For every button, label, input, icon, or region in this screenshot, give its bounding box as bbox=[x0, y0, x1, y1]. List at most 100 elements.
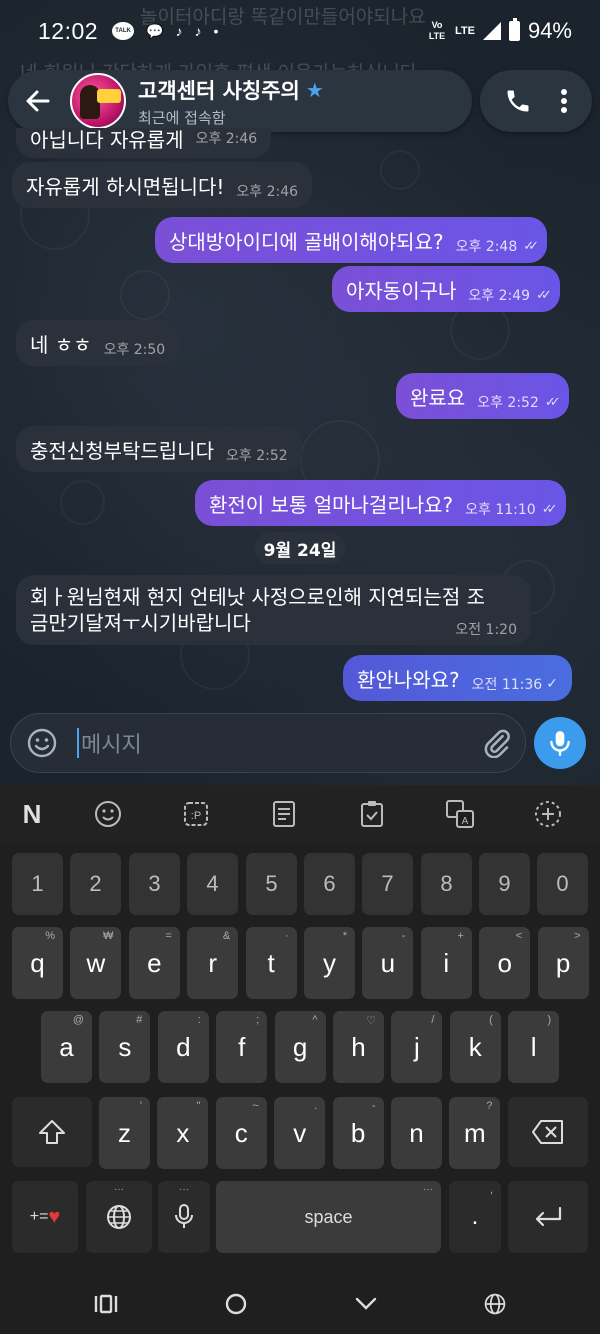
key-b[interactable]: -b bbox=[332, 1097, 384, 1169]
chat-notification-icon: 💬 bbox=[146, 22, 164, 39]
key-s[interactable]: # s bbox=[99, 1011, 151, 1083]
key-k[interactable]: (k bbox=[449, 1011, 501, 1083]
message-time: 오전 11:36 bbox=[471, 677, 543, 693]
message-outgoing[interactable]: 환전이 보통 얼마나걸리나요? 오후 11:10 ✓✓ bbox=[195, 480, 566, 526]
message-time: 오후 2:46 bbox=[195, 131, 258, 147]
naver-keyboard-logo-icon[interactable]: N bbox=[0, 785, 64, 843]
key-1[interactable]: 1 bbox=[12, 853, 63, 915]
key-8[interactable]: 8 bbox=[421, 853, 472, 915]
key-9[interactable]: 9 bbox=[479, 853, 530, 915]
svg-text:A: A bbox=[462, 816, 469, 827]
language-key[interactable]: ··· bbox=[86, 1181, 152, 1253]
message-outgoing[interactable]: 환안나와요? 오전 11:36 ✓ bbox=[343, 655, 572, 701]
space-key[interactable]: ··· space bbox=[216, 1181, 441, 1253]
enter-key[interactable] bbox=[508, 1181, 588, 1253]
voice-record-button[interactable] bbox=[534, 717, 586, 769]
key-n[interactable]: n bbox=[391, 1097, 442, 1169]
key-4[interactable]: 4 bbox=[187, 853, 238, 915]
key-m[interactable]: ? m bbox=[449, 1097, 501, 1169]
key-5[interactable]: 5 bbox=[246, 853, 297, 915]
double-check-icon: ✓✓ bbox=[544, 394, 561, 410]
recent-apps-icon[interactable] bbox=[93, 1293, 119, 1315]
key-hint: ' bbox=[139, 1100, 142, 1112]
attach-button[interactable] bbox=[469, 713, 525, 773]
more-vertical-icon[interactable] bbox=[560, 88, 568, 114]
message-input[interactable]: 메시지 bbox=[81, 727, 142, 759]
message-time: 오후 2:46 bbox=[236, 184, 299, 200]
avatar[interactable] bbox=[70, 73, 126, 129]
clipboard-icon[interactable] bbox=[328, 785, 416, 843]
battery-percentage: 94% bbox=[527, 18, 572, 43]
key-f[interactable]: ; f bbox=[216, 1011, 268, 1083]
hide-keyboard-chevron-icon[interactable] bbox=[354, 1296, 378, 1312]
key-u[interactable]: -u bbox=[362, 927, 414, 999]
emoji-button[interactable] bbox=[11, 713, 73, 773]
message-outgoing[interactable]: 아자동이구나 오후 2:49 ✓✓ bbox=[332, 266, 560, 312]
key-3[interactable]: 3 bbox=[129, 853, 180, 915]
key-hint: . bbox=[314, 1100, 318, 1112]
key-j[interactable]: / j bbox=[391, 1011, 443, 1083]
header-actions bbox=[480, 70, 592, 132]
key-v[interactable]: .v bbox=[274, 1097, 326, 1169]
status-bar: 12:02 TALK 💬 ♪ ♪ • Vo LTE LTE 94% bbox=[0, 0, 600, 62]
key-label: w bbox=[86, 947, 106, 978]
message-incoming[interactable]: 충전신청부탁드립니다 오후 2:52 bbox=[16, 426, 302, 472]
message-text: 환안나와요? bbox=[357, 667, 460, 692]
key-hint: - bbox=[371, 1100, 376, 1112]
key-o[interactable]: < o bbox=[479, 927, 531, 999]
key-6[interactable]: 6 bbox=[304, 853, 355, 915]
key-hint: < bbox=[515, 930, 523, 942]
key-0[interactable]: 0 bbox=[537, 853, 588, 915]
star-icon: ★ bbox=[305, 77, 324, 102]
emoticon-keyboard-icon[interactable]: :P bbox=[152, 785, 240, 843]
home-icon[interactable] bbox=[224, 1292, 248, 1316]
key-c[interactable]: ~ c bbox=[215, 1097, 267, 1169]
key-t[interactable]: · t bbox=[245, 927, 297, 999]
key-hint: " bbox=[196, 1100, 201, 1112]
key-r[interactable]: & r bbox=[187, 927, 239, 999]
message-incoming[interactable]: 아닙니다 자유롭게 오후 2:46 bbox=[16, 128, 272, 158]
key-h[interactable]: ♡ h bbox=[333, 1011, 384, 1083]
key-d[interactable]: :d bbox=[157, 1011, 209, 1083]
key-q[interactable]: % q bbox=[12, 927, 63, 999]
message-incoming[interactable]: 네 ㅎㅎ 오후 2:50 bbox=[16, 320, 180, 366]
add-plus-icon[interactable] bbox=[504, 785, 592, 843]
key-a[interactable]: @ a bbox=[41, 1011, 92, 1083]
key-g[interactable]: ^ g bbox=[274, 1011, 326, 1083]
key-hint: % bbox=[45, 930, 55, 942]
key-l[interactable]: ) l bbox=[508, 1011, 560, 1083]
symbols-key[interactable]: += ♥ bbox=[12, 1181, 78, 1253]
key-hint: ~ bbox=[252, 1100, 259, 1112]
shift-key[interactable] bbox=[12, 1097, 92, 1167]
emoji-keyboard-icon[interactable] bbox=[64, 785, 152, 843]
key-e[interactable]: = e bbox=[128, 927, 180, 999]
phone-call-icon[interactable] bbox=[504, 87, 532, 115]
voice-input-key[interactable]: ··· bbox=[158, 1181, 210, 1253]
key-y[interactable]: * y bbox=[304, 927, 355, 999]
message-outgoing[interactable]: 완료요 오후 2:52 ✓✓ bbox=[396, 373, 569, 419]
language-globe-icon[interactable] bbox=[483, 1292, 507, 1316]
key-i[interactable]: + i bbox=[420, 927, 472, 999]
key-label: e bbox=[147, 947, 162, 978]
key-p[interactable]: > p bbox=[537, 927, 589, 999]
message-time: 오후 2:50 bbox=[103, 342, 166, 358]
notes-icon[interactable] bbox=[240, 785, 328, 843]
key-x[interactable]: " x bbox=[157, 1097, 209, 1169]
key-z[interactable]: ' z bbox=[99, 1097, 150, 1169]
key-7[interactable]: 7 bbox=[362, 853, 413, 915]
message-time: 오후 2:52 bbox=[226, 448, 288, 464]
message-text: 완료요 bbox=[410, 385, 466, 410]
key-w[interactable]: ₩ w bbox=[70, 927, 122, 999]
message-incoming[interactable]: 회ㅏ원님현재 현지 언테낫 사정으로인해 지연되는점 조 금만기달져ㅜ시기바랍니… bbox=[16, 575, 531, 645]
paperclip-icon bbox=[484, 729, 510, 758]
backspace-key[interactable] bbox=[508, 1097, 588, 1167]
key-hint: ? bbox=[486, 1100, 493, 1112]
translate-icon[interactable]: A bbox=[416, 785, 504, 843]
message-incoming[interactable]: 자유롭게 하시면됩니다! 오후 2:46 bbox=[12, 162, 313, 208]
message-outgoing[interactable]: 상대방아이디에 골배이해야되요? 오후 2:48 ✓✓ bbox=[155, 217, 548, 263]
key-hint: ( bbox=[489, 1014, 493, 1026]
key-2[interactable]: 2 bbox=[70, 853, 121, 915]
double-check-icon: ✓✓ bbox=[541, 501, 558, 517]
period-key[interactable]: , . bbox=[449, 1181, 501, 1253]
key-label: i bbox=[443, 947, 450, 978]
